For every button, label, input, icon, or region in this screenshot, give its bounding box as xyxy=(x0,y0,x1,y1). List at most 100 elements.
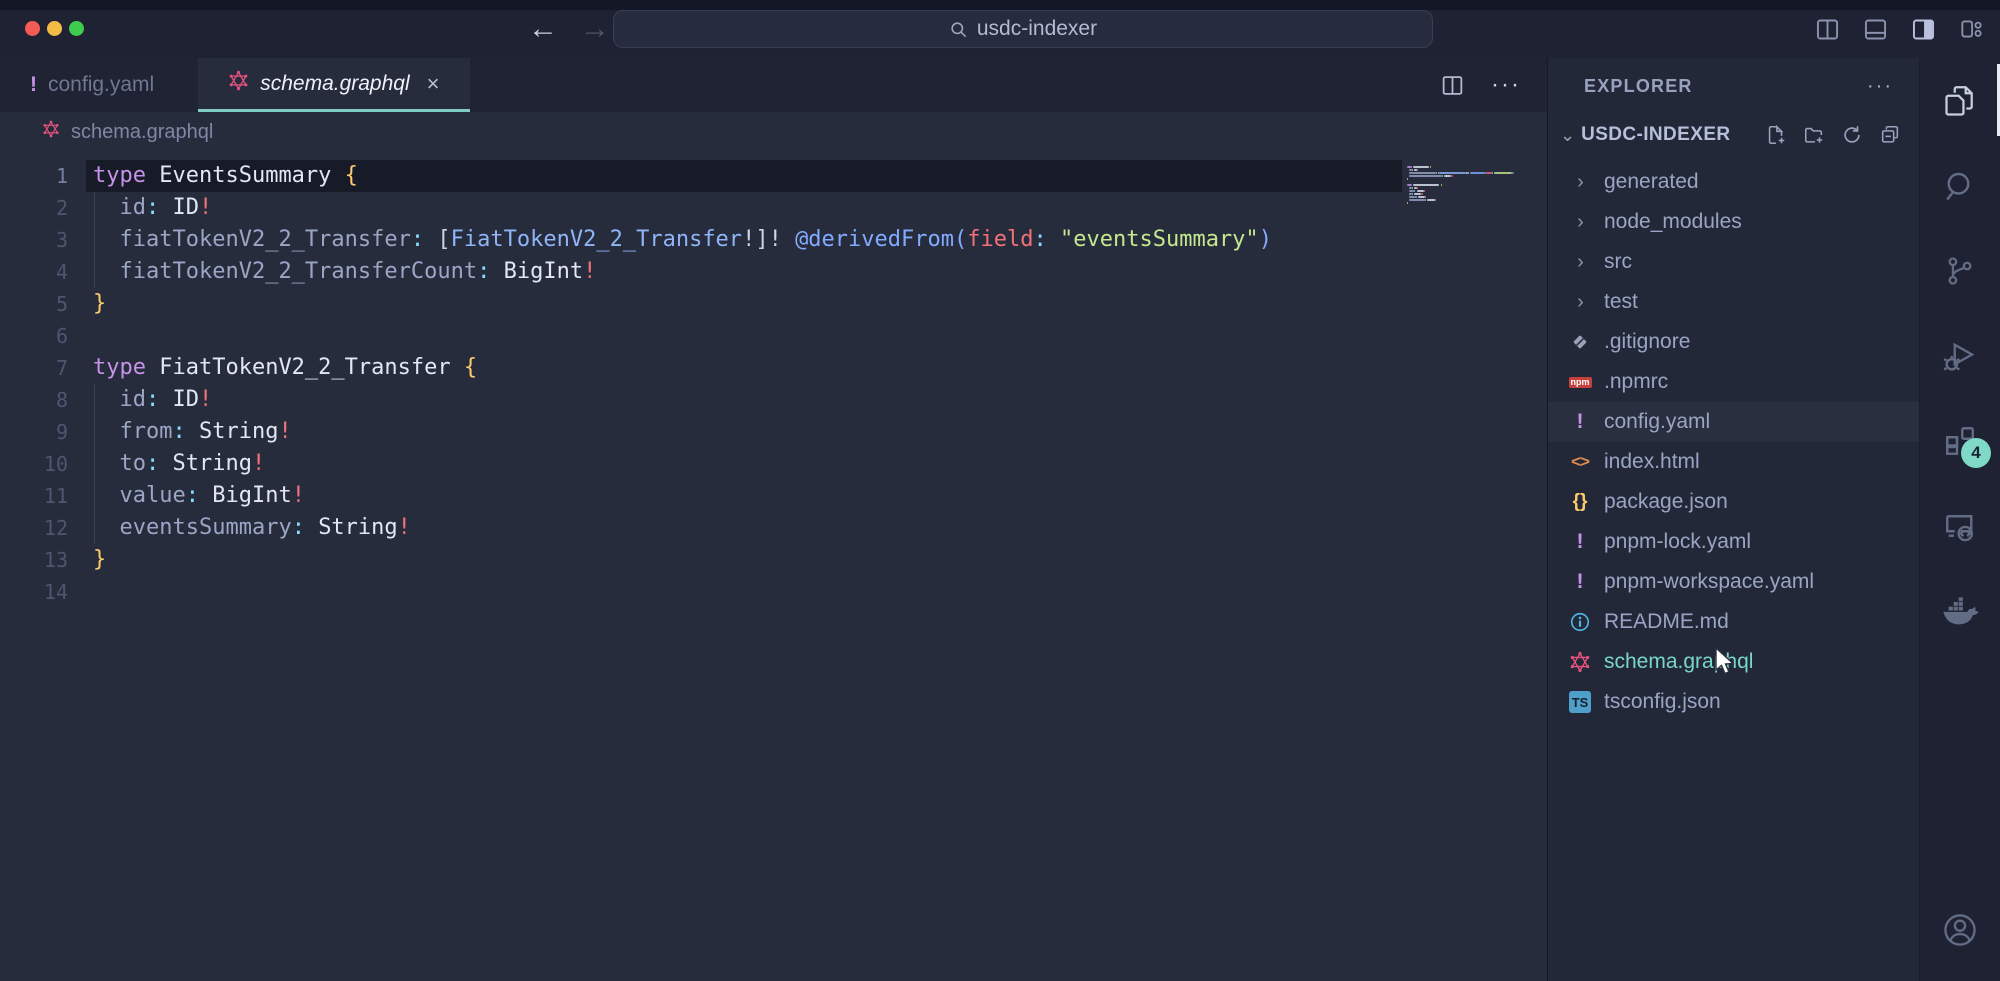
code-editor[interactable]: 1type EventsSummary {2 id: ID!3 fiatToke… xyxy=(0,152,1547,981)
activity-remote-explorer-icon[interactable] xyxy=(1920,483,2000,568)
file-name: .gitignore xyxy=(1604,330,1690,354)
tree-item-tsconfig-json[interactable]: TStsconfig.json xyxy=(1548,682,1919,722)
code-text: value: BigInt! xyxy=(68,480,305,512)
code-line[interactable]: 3 fiatTokenV2_2_Transfer: [FiatTokenV2_2… xyxy=(0,224,1547,256)
explorer-section-usdc-indexer[interactable]: ⌄ USDC-INDEXER xyxy=(1548,114,1919,156)
tree-item-src[interactable]: ›src xyxy=(1548,242,1919,282)
file-name: test xyxy=(1604,290,1638,314)
activity-search-icon[interactable] xyxy=(1920,143,2000,228)
tree-item-pnpm-lock-yaml[interactable]: ! pnpm-lock.yaml xyxy=(1548,522,1919,562)
new-folder-icon[interactable] xyxy=(1803,124,1825,146)
tab-schema-graphql[interactable]: schema.graphql × xyxy=(198,58,469,112)
code-line[interactable]: 12 eventsSummary: String! xyxy=(0,512,1547,544)
line-number: 8 xyxy=(0,384,68,416)
code-text: fiatTokenV2_2_TransferCount: BigInt! xyxy=(68,256,596,288)
yaml-file-icon: ! xyxy=(1568,530,1592,554)
activity-bar: 4 xyxy=(1920,58,2000,981)
command-center-search[interactable]: usdc-indexer xyxy=(613,10,1433,48)
refresh-icon[interactable] xyxy=(1841,124,1863,146)
sidebar-right-icon[interactable] xyxy=(1910,16,1937,43)
activity-docker-icon[interactable] xyxy=(1920,568,2000,653)
code-line[interactable]: 1type EventsSummary { xyxy=(0,160,1547,192)
code-text: eventsSummary: String! xyxy=(68,512,411,544)
readme-file-icon xyxy=(1568,611,1592,633)
editor-more-actions-icon[interactable]: ··· xyxy=(1491,71,1521,99)
nav-forward-button[interactable]: → xyxy=(580,14,610,44)
graphql-file-icon xyxy=(228,70,249,97)
chevron-right-icon: › xyxy=(1569,211,1592,234)
extensions-badge: 4 xyxy=(1961,438,1991,468)
file-name: pnpm-workspace.yaml xyxy=(1604,570,1814,594)
file-name: README.md xyxy=(1604,610,1729,634)
line-number: 14 xyxy=(0,576,68,608)
tree-item-test[interactable]: › test xyxy=(1548,282,1919,322)
code-line[interactable]: 14 xyxy=(0,576,1547,608)
tree-item--npmrc[interactable]: npm.npmrc xyxy=(1548,362,1919,402)
code-line[interactable]: 4 fiatTokenV2_2_TransferCount: BigInt! xyxy=(0,256,1547,288)
file-name: index.html xyxy=(1604,450,1700,474)
minimap[interactable] xyxy=(1407,166,1519,208)
file-tree: ›generated›node_modules›src›test.gitigno… xyxy=(1548,156,1919,981)
zoom-window-button[interactable] xyxy=(69,21,84,36)
tree-item-node-modules[interactable]: ›node_modules xyxy=(1548,202,1919,242)
panel-bottom-icon[interactable] xyxy=(1862,16,1889,43)
file-name: generated xyxy=(1604,170,1699,194)
graphql-file-icon xyxy=(1568,651,1592,673)
activity-account-icon[interactable] xyxy=(1920,895,2000,965)
collapse-all-icon[interactable] xyxy=(1879,124,1901,146)
code-text: type EventsSummary { xyxy=(68,160,358,192)
code-line[interactable]: 2 id: ID! xyxy=(0,192,1547,224)
tree-item-config-yaml[interactable]: !config.yaml xyxy=(1548,402,1919,442)
activity-source-control-icon[interactable] xyxy=(1920,228,2000,313)
customize-layout-icon[interactable] xyxy=(1958,16,1984,42)
line-number: 9 xyxy=(0,416,68,448)
file-name: pnpm-lock.yaml xyxy=(1604,530,1751,554)
activity-run-debug-icon[interactable] xyxy=(1920,313,2000,398)
split-columns-icon[interactable] xyxy=(1814,16,1841,43)
code-line[interactable]: 6 xyxy=(0,320,1547,352)
tree-item--gitignore[interactable]: .gitignore xyxy=(1548,322,1919,362)
chevron-right-icon: › xyxy=(1569,291,1592,314)
code-text xyxy=(68,320,93,352)
tree-item-readme-md[interactable]: README.md xyxy=(1548,602,1919,642)
code-text: to: String! xyxy=(68,448,265,480)
html-file-icon: <> xyxy=(1568,452,1592,472)
search-value: usdc-indexer xyxy=(977,17,1097,41)
file-name: package.json xyxy=(1604,490,1728,514)
code-text: } xyxy=(68,544,106,576)
tree-item-package-json[interactable]: {}package.json xyxy=(1548,482,1919,522)
ts-file-icon: TS xyxy=(1568,691,1592,713)
minimize-window-button[interactable] xyxy=(47,21,62,36)
activity-extensions-icon[interactable]: 4 xyxy=(1920,398,2000,483)
activity-explorer-icon[interactable] xyxy=(1920,58,2000,143)
code-text: type FiatTokenV2_2_Transfer { xyxy=(68,352,477,384)
explorer-more-actions-icon[interactable]: ··· xyxy=(1867,75,1893,98)
code-line[interactable]: 8 id: ID! xyxy=(0,384,1547,416)
new-file-icon[interactable] xyxy=(1765,124,1787,146)
breadcrumb[interactable]: schema.graphql xyxy=(0,112,1547,152)
close-window-button[interactable] xyxy=(25,21,40,36)
split-editor-icon[interactable] xyxy=(1440,73,1465,98)
code-line[interactable]: 13} xyxy=(0,544,1547,576)
yaml-file-icon: ! xyxy=(30,73,37,97)
file-name: src xyxy=(1604,250,1632,274)
tab-config-yaml[interactable]: ! config.yaml xyxy=(0,58,184,112)
code-line[interactable]: 10 to: String! xyxy=(0,448,1547,480)
code-text: id: ID! xyxy=(68,192,212,224)
graphql-file-icon xyxy=(42,120,60,144)
tree-item-index-html[interactable]: <> index.html xyxy=(1548,442,1919,482)
code-lines: 1type EventsSummary {2 id: ID!3 fiatToke… xyxy=(0,160,1547,608)
breadcrumb-label: schema.graphql xyxy=(71,121,213,144)
line-number: 12 xyxy=(0,512,68,544)
line-number: 2 xyxy=(0,192,68,224)
code-line[interactable]: 9 from: String! xyxy=(0,416,1547,448)
close-tab-icon[interactable]: × xyxy=(427,71,440,97)
nav-back-button[interactable]: ← xyxy=(528,14,558,44)
code-line[interactable]: 5} xyxy=(0,288,1547,320)
search-icon xyxy=(949,20,968,39)
code-line[interactable]: 7type FiatTokenV2_2_Transfer { xyxy=(0,352,1547,384)
tree-item-generated[interactable]: ›generated xyxy=(1548,162,1919,202)
code-line[interactable]: 11 value: BigInt! xyxy=(0,480,1547,512)
tree-item-pnpm-workspace-yaml[interactable]: !pnpm-workspace.yaml xyxy=(1548,562,1919,602)
line-number: 7 xyxy=(0,352,68,384)
